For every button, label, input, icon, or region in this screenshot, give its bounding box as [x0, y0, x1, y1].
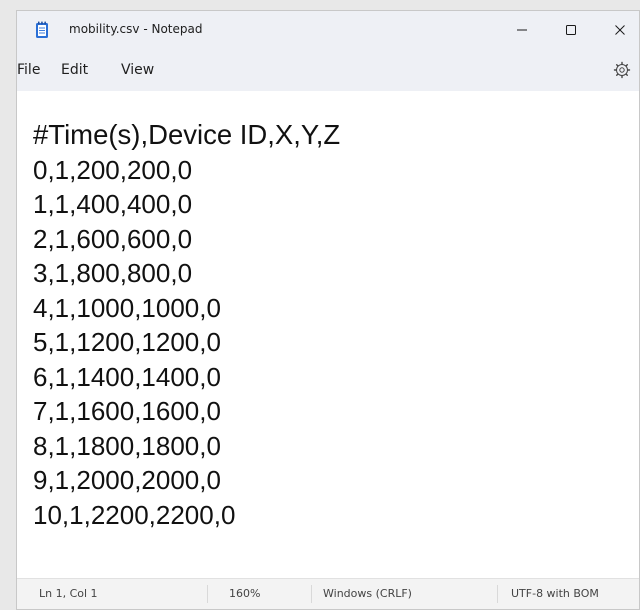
text-line: 3,1,800,800,0 [33, 258, 193, 288]
status-divider [207, 585, 208, 603]
text-line: 5,1,1200,1200,0 [33, 327, 221, 357]
text-line: 4,1,1000,1000,0 [33, 292, 221, 323]
close-button[interactable] [597, 11, 639, 49]
text-line: 2,1,600,600,0 [33, 223, 193, 254]
menu-edit[interactable]: Edit [61, 62, 88, 78]
text-line: 10,1,2200,2200,0 [33, 499, 236, 530]
window-title: mobility.csv - Notepad [69, 22, 203, 36]
close-icon [615, 25, 625, 35]
maximize-button[interactable] [548, 11, 594, 49]
line-ending[interactable]: Windows (CRLF) [323, 587, 412, 600]
maximize-icon [566, 25, 576, 35]
menu-view[interactable]: View [121, 62, 154, 78]
gear-icon[interactable] [613, 61, 631, 79]
text-line: 9,1,2000,2000,0 [33, 465, 221, 495]
menu-file[interactable]: File [17, 62, 40, 78]
text-line: 0,1,200,200,0 [33, 154, 193, 185]
text-line: 1,1,400,400,0 [33, 189, 193, 219]
text-line: 8,1,1800,1800,0 [33, 430, 221, 461]
text-line: 7,1,1600,1600,0 [33, 396, 221, 426]
notepad-icon [36, 21, 48, 38]
encoding[interactable]: UTF-8 with BOM [511, 587, 599, 600]
notepad-window: mobility.csv - Notepad File Edit View #T… [16, 10, 640, 610]
status-divider [497, 585, 498, 603]
text-line: #Time(s),Device ID,X,Y,Z [33, 119, 341, 150]
cursor-position[interactable]: Ln 1, Col 1 [39, 587, 98, 600]
title-bar[interactable]: mobility.csv - Notepad [17, 11, 639, 51]
menu-bar: File Edit View [17, 51, 639, 91]
minimize-button[interactable] [499, 11, 545, 49]
status-divider [311, 585, 312, 603]
text-editor[interactable]: #Time(s),Device ID,X,Y,Z 0,1,200,200,0 1… [17, 91, 639, 579]
status-bar: Ln 1, Col 1 160% Windows (CRLF) UTF-8 wi… [17, 578, 639, 609]
zoom-level[interactable]: 160% [229, 587, 260, 600]
text-line: 6,1,1400,1400,0 [33, 361, 221, 392]
minimize-icon [517, 29, 527, 31]
